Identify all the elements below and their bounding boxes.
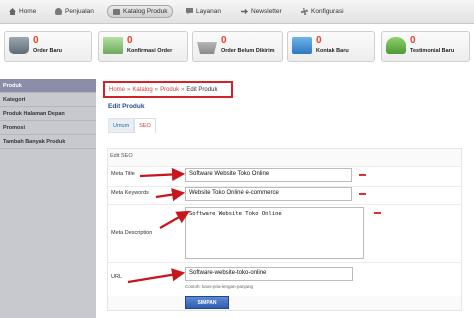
breadcrumb-separator: » xyxy=(154,86,159,93)
stat-value: 0 xyxy=(33,35,39,46)
nav-katalog-produk[interactable]: Katalog Produk xyxy=(107,5,174,18)
meta-title-label: Meta Title xyxy=(111,171,135,177)
sidebar-item-label: Tambah Banyak Produk xyxy=(3,138,66,145)
sidebar: Produk Kategori Produk Halaman Depan Pro… xyxy=(0,79,96,318)
nav-newsletter[interactable]: Newsletter xyxy=(236,5,287,18)
nav-label: Home xyxy=(19,8,37,15)
tab-bar: Umum SEO xyxy=(108,118,156,133)
stat-order-baru[interactable]: 0 Order Baru xyxy=(4,31,92,62)
url-label: URL xyxy=(111,274,123,280)
nav-layanan[interactable]: Layanan xyxy=(181,5,226,18)
stat-value: 0 xyxy=(410,35,416,46)
nav-konfigurasi[interactable]: Konfigurasi xyxy=(296,5,349,18)
breadcrumb-separator: » xyxy=(181,86,185,93)
stat-kontak-baru[interactable]: 0 Kontak Baru xyxy=(287,31,375,62)
arrow-icon xyxy=(241,8,248,15)
breadcrumb-current: Edit Produk xyxy=(186,86,218,93)
meta-keywords-label: Meta Keywords xyxy=(111,190,149,196)
sidebar-item-label: Produk xyxy=(3,82,22,89)
stat-label: Order Belum Dikirim xyxy=(221,48,275,54)
sidebar-item-promosi[interactable]: Promosi xyxy=(0,121,96,135)
tab-seo[interactable]: SEO xyxy=(134,118,156,133)
sidebar-item-label: Promosi xyxy=(3,124,26,131)
catalog-icon xyxy=(113,8,120,15)
nav-label: Layanan xyxy=(196,8,221,15)
meta-description-label: Meta Description xyxy=(111,230,153,236)
stat-value: 0 xyxy=(316,35,322,46)
page-title: Edit Produk xyxy=(108,103,145,110)
nav-label: Konfigurasi xyxy=(311,8,344,15)
cart-icon xyxy=(9,37,29,54)
meta-keywords-input[interactable]: Website Toko Online e-commerce xyxy=(185,187,352,201)
stat-value: 0 xyxy=(221,35,227,46)
stat-value: 0 xyxy=(127,35,133,46)
top-navigation: Home Penjualan Katalog Produk Layanan Ne… xyxy=(0,0,474,24)
breadcrumb: Home » Katalog » Produk » Edit Produk xyxy=(103,81,233,98)
nav-label: Penjualan xyxy=(65,8,94,15)
mail-icon xyxy=(292,37,312,54)
sidebar-item-label: Produk Halaman Depan xyxy=(3,110,65,117)
breadcrumb-produk[interactable]: Produk xyxy=(160,87,179,93)
required-marker xyxy=(359,174,366,176)
sidebar-item-produk[interactable]: Produk xyxy=(0,79,96,93)
nav-label: Katalog Produk xyxy=(123,8,168,15)
breadcrumb-home[interactable]: Home xyxy=(109,87,125,93)
url-input[interactable]: Software-website-toko-online xyxy=(185,267,353,281)
required-marker xyxy=(374,212,381,214)
stat-konfirmasi-order[interactable]: 0 Konfirmasi Order xyxy=(98,31,188,62)
meta-description-textarea[interactable]: Software Website Toko Online xyxy=(185,207,364,259)
nav-penjualan[interactable]: Penjualan xyxy=(50,5,99,18)
users-icon xyxy=(386,37,406,54)
sidebar-item-kategori[interactable]: Kategori xyxy=(0,93,96,107)
chat-icon xyxy=(186,8,193,15)
stat-label: Kontak Baru xyxy=(316,48,349,54)
basket-icon xyxy=(197,42,217,54)
tab-umum[interactable]: Umum xyxy=(108,118,135,133)
sidebar-item-produk-halaman-depan[interactable]: Produk Halaman Depan xyxy=(0,107,96,121)
save-button[interactable]: SIMPAN xyxy=(185,296,229,309)
required-marker xyxy=(359,193,366,195)
list-icon xyxy=(103,37,123,54)
gear-icon xyxy=(301,8,308,15)
sidebar-item-tambah-banyak-produk[interactable]: Tambah Banyak Produk xyxy=(0,135,96,149)
people-icon xyxy=(55,8,62,15)
stat-label: Konfirmasi Order xyxy=(127,48,173,54)
nav-label: Newsletter xyxy=(251,8,282,15)
stat-testimonial-baru[interactable]: 0 Testimonial Baru xyxy=(381,31,470,62)
sidebar-item-label: Kategori xyxy=(3,96,26,103)
nav-home[interactable]: Home xyxy=(4,5,41,18)
stat-label: Testimonial Baru xyxy=(410,48,455,54)
stat-label: Order Baru xyxy=(33,48,63,54)
url-hint: Contoh: kaos-pria-lengan-panjang xyxy=(185,284,254,289)
home-icon xyxy=(9,8,16,15)
stat-order-belum-dikirim[interactable]: 0 Order Belum Dikirim xyxy=(192,31,283,62)
fieldset-legend: Edit SEO xyxy=(110,153,133,159)
breadcrumb-separator: » xyxy=(127,86,131,93)
meta-title-input[interactable]: Software Website Toko Online xyxy=(185,168,352,182)
breadcrumb-katalog[interactable]: Katalog xyxy=(132,87,152,93)
